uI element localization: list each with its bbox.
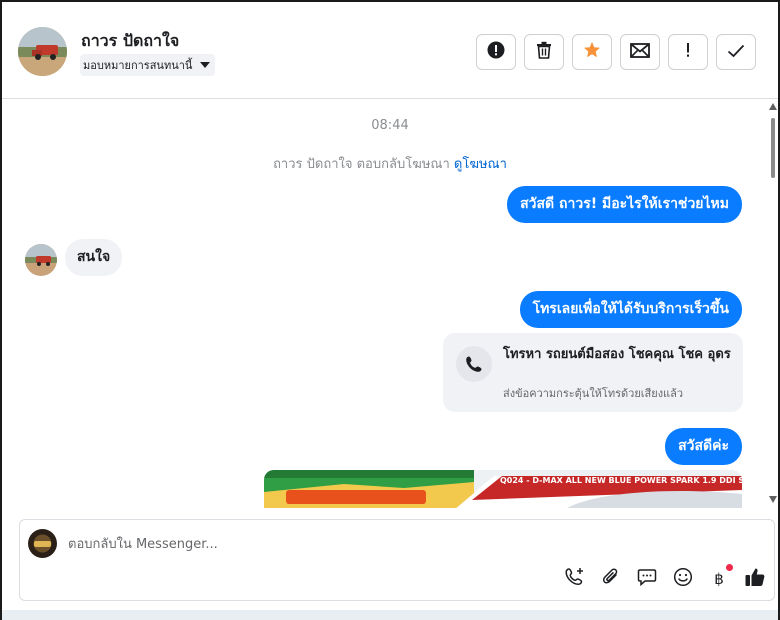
- incoming-message[interactable]: สนใจ: [65, 239, 123, 276]
- spam-button[interactable]: [476, 34, 516, 70]
- window-bottom-strip: [2, 610, 778, 620]
- contact-name[interactable]: ถาวร ปัดถาใจ: [81, 29, 179, 54]
- message-thread[interactable]: 08:44 ถาวร ปัดถาใจ ตอบกลับโฆษณา ดูโฆษณา …: [2, 100, 778, 508]
- star-button[interactable]: [572, 34, 612, 70]
- call-request-card[interactable]: โทรหา รถยนต์มือสอง โชคคุณ โชค อุดร ส่งข้…: [443, 333, 743, 412]
- outgoing-message[interactable]: สวัสดีค่ะ: [665, 428, 742, 465]
- page-avatar: [28, 529, 57, 558]
- done-button[interactable]: [716, 34, 756, 70]
- trash-icon: [536, 41, 552, 63]
- message-input[interactable]: [68, 531, 668, 557]
- assign-conversation-dropdown[interactable]: มอบหมายการสนทนานี้: [80, 54, 216, 76]
- message-timestamp: 08:44: [371, 118, 409, 133]
- mark-unread-button[interactable]: [620, 34, 660, 70]
- notification-dot: [726, 564, 733, 571]
- envelope-icon: [630, 42, 650, 62]
- outgoing-message[interactable]: สวัสดี ถาวร! มีอะไรให้เราช่วยไหม: [507, 186, 742, 223]
- header-actions: [476, 34, 764, 70]
- checkmark-icon: [727, 43, 745, 62]
- assign-label: มอบหมายการสนทนานี้: [83, 59, 193, 72]
- delete-button[interactable]: [524, 34, 564, 70]
- saved-reply-button[interactable]: [635, 567, 659, 591]
- messenger-inbox-window: ถาวร ปัดถาใจ มอบหมายการสนทนานี้ 08:44 ถา…: [0, 0, 780, 620]
- thumbs-up-icon: [744, 566, 766, 592]
- alert-circle-icon: [487, 41, 505, 63]
- payment-button[interactable]: ฿: [707, 564, 733, 591]
- phone-icon: [456, 346, 492, 382]
- conversation-header: ถาวร ปัดถาใจ มอบหมายการสนทนานี้: [2, 2, 778, 99]
- exclamation-icon: [685, 42, 691, 62]
- caret-down-icon: [199, 61, 211, 69]
- follow-up-button[interactable]: [668, 34, 708, 70]
- contact-avatar-small[interactable]: [25, 244, 57, 276]
- emoji-button[interactable]: [671, 567, 695, 591]
- call-card-title: โทรหา รถยนต์มือสอง โชคคุณ โชค อุดร: [503, 347, 731, 362]
- reply-composer: ฿: [19, 519, 775, 601]
- composer-toolbar: ฿: [563, 564, 778, 591]
- emoji-icon: [673, 567, 693, 591]
- call-add-button[interactable]: [563, 567, 587, 591]
- ad-image-attachment[interactable]: Q024 - D-MAX ALL NEW BLUE POWER SPARK 1.…: [264, 470, 742, 508]
- ad-caption: Q024 - D-MAX ALL NEW BLUE POWER SPARK 1.…: [500, 476, 742, 485]
- star-icon: [583, 41, 601, 63]
- contact-avatar[interactable]: [18, 27, 67, 76]
- view-ad-link[interactable]: ดูโฆษณา: [454, 157, 507, 172]
- outgoing-message[interactable]: โทรเลยเพื่อให้ได้รับบริการเร็วขึ้น: [519, 291, 742, 328]
- call-add-icon: [565, 567, 585, 591]
- currency-icon: ฿: [714, 570, 724, 588]
- like-button[interactable]: [743, 567, 767, 591]
- thread-scrollbar[interactable]: [768, 100, 778, 508]
- ad-reply-text: ถาวร ปัดถาใจ ตอบกลับโฆษณา: [273, 157, 450, 172]
- ad-reply-notice: ถาวร ปัดถาใจ ตอบกลับโฆษณา ดูโฆษณา: [2, 153, 778, 174]
- saved-reply-icon: [637, 567, 657, 591]
- attach-button[interactable]: [599, 567, 623, 591]
- call-card-subtitle: ส่งข้อความกระตุ้นให้โทรด้วยเสียงแล้ว: [503, 387, 684, 400]
- paperclip-icon: [602, 567, 620, 591]
